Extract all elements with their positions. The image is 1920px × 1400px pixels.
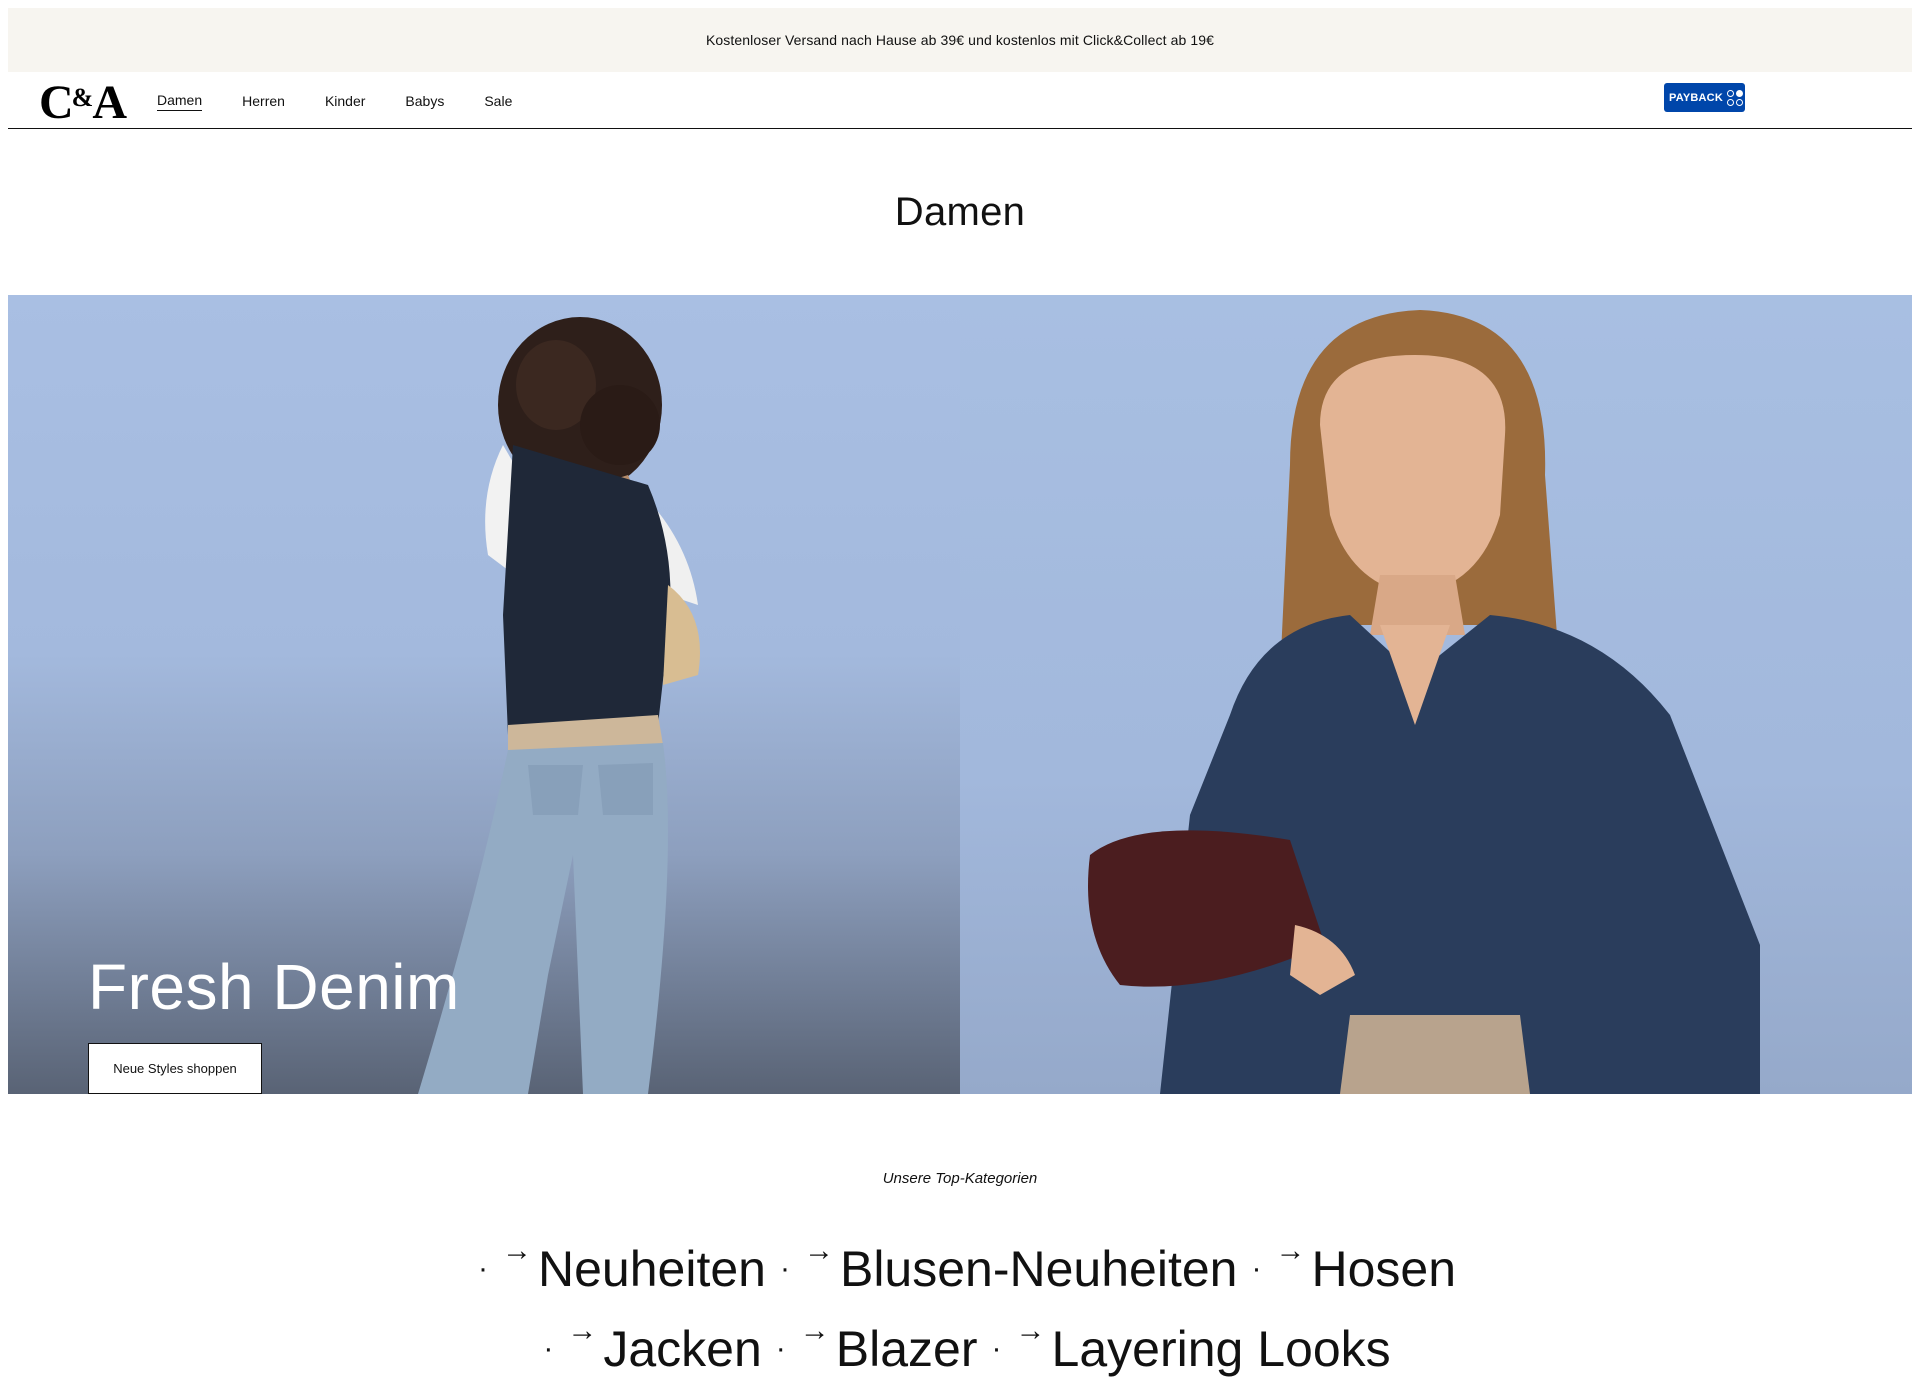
page-frame: Kostenloser Versand nach Hause ab 39€ un… <box>8 8 1912 1094</box>
category-link-neuheiten[interactable]: → Neuheiten <box>502 1234 766 1298</box>
category-link-hosen[interactable]: → Hosen <box>1275 1234 1456 1298</box>
arrow-right-icon: → <box>799 1314 830 1347</box>
arrow-right-icon: → <box>567 1314 598 1347</box>
category-link-blazer[interactable]: → Blazer <box>800 1314 978 1378</box>
main-nav: Damen Herren Kinder Babys Sale <box>157 72 552 129</box>
logo-letter-c: C <box>39 76 74 129</box>
category-link-layering-looks[interactable]: → Layering Looks <box>1016 1314 1391 1378</box>
logo-ampersand: & <box>71 83 94 112</box>
nav-item-herren[interactable]: Herren <box>242 91 285 111</box>
hero-image-left: Fresh Denim Neue Styles shoppen <box>8 295 960 1094</box>
payback-label: PAYBACK <box>1669 91 1723 104</box>
category-link-blusen-neuheiten[interactable]: → Blusen-Neuheiten <box>804 1234 1238 1298</box>
site-header: C&A Damen Herren Kinder Babys Sale PAYBA… <box>8 72 1912 129</box>
promo-text: Kostenloser Versand nach Hause ab 39€ un… <box>705 32 1214 48</box>
nav-item-babys[interactable]: Babys <box>405 91 444 111</box>
shop-new-styles-button[interactable]: Neue Styles shoppen <box>88 1043 262 1094</box>
category-label: Hosen <box>1311 1241 1456 1297</box>
promo-bar[interactable]: Kostenloser Versand nach Hause ab 39€ un… <box>8 8 1912 72</box>
category-label: Blazer <box>835 1321 978 1377</box>
hero-banner[interactable]: Fresh Denim Neue Styles shoppen <box>8 295 1912 1094</box>
hero-title: Fresh Denim <box>88 951 460 1023</box>
separator-dot: · <box>1251 1252 1262 1285</box>
model-front-view-illustration <box>1088 310 1760 1094</box>
separator-dot: · <box>478 1252 488 1285</box>
nav-item-kinder[interactable]: Kinder <box>325 91 365 111</box>
separator-dot: · <box>543 1332 554 1365</box>
top-categories-label: Unsere Top-Kategorien <box>882 1170 1038 1187</box>
separator-dot: · <box>779 1252 790 1285</box>
hero-image-right <box>960 295 1912 1094</box>
separator-dot: · <box>775 1332 786 1365</box>
arrow-right-icon: → <box>502 1234 532 1267</box>
top-categories-row-2: · → Jacken · → Blazer · → Layering Looks <box>0 1314 1920 1378</box>
arrow-right-icon: → <box>1015 1314 1046 1347</box>
arrow-right-icon: → <box>1275 1234 1306 1267</box>
category-label: Jacken <box>603 1321 762 1377</box>
payback-dots-icon <box>1726 89 1743 106</box>
top-categories-row-1: · → Neuheiten · → Blusen-Neuheiten · → Hose… <box>0 1234 1920 1298</box>
payback-badge[interactable]: PAYBACK <box>1664 83 1745 112</box>
logo-letter-a: A <box>92 76 127 129</box>
category-label: Layering Looks <box>1051 1321 1391 1377</box>
category-link-jacken[interactable]: → Jacken <box>567 1314 762 1378</box>
category-label: Blusen-Neuheiten <box>839 1241 1238 1297</box>
arrow-right-icon: → <box>803 1234 834 1267</box>
separator-dot: · <box>991 1332 1002 1365</box>
nav-item-sale[interactable]: Sale <box>484 91 512 111</box>
nav-item-damen[interactable]: Damen <box>157 90 203 111</box>
page-title: Damen <box>894 189 1026 234</box>
brand-logo[interactable]: C&A <box>39 76 127 127</box>
category-label: Neuheiten <box>538 1241 766 1297</box>
